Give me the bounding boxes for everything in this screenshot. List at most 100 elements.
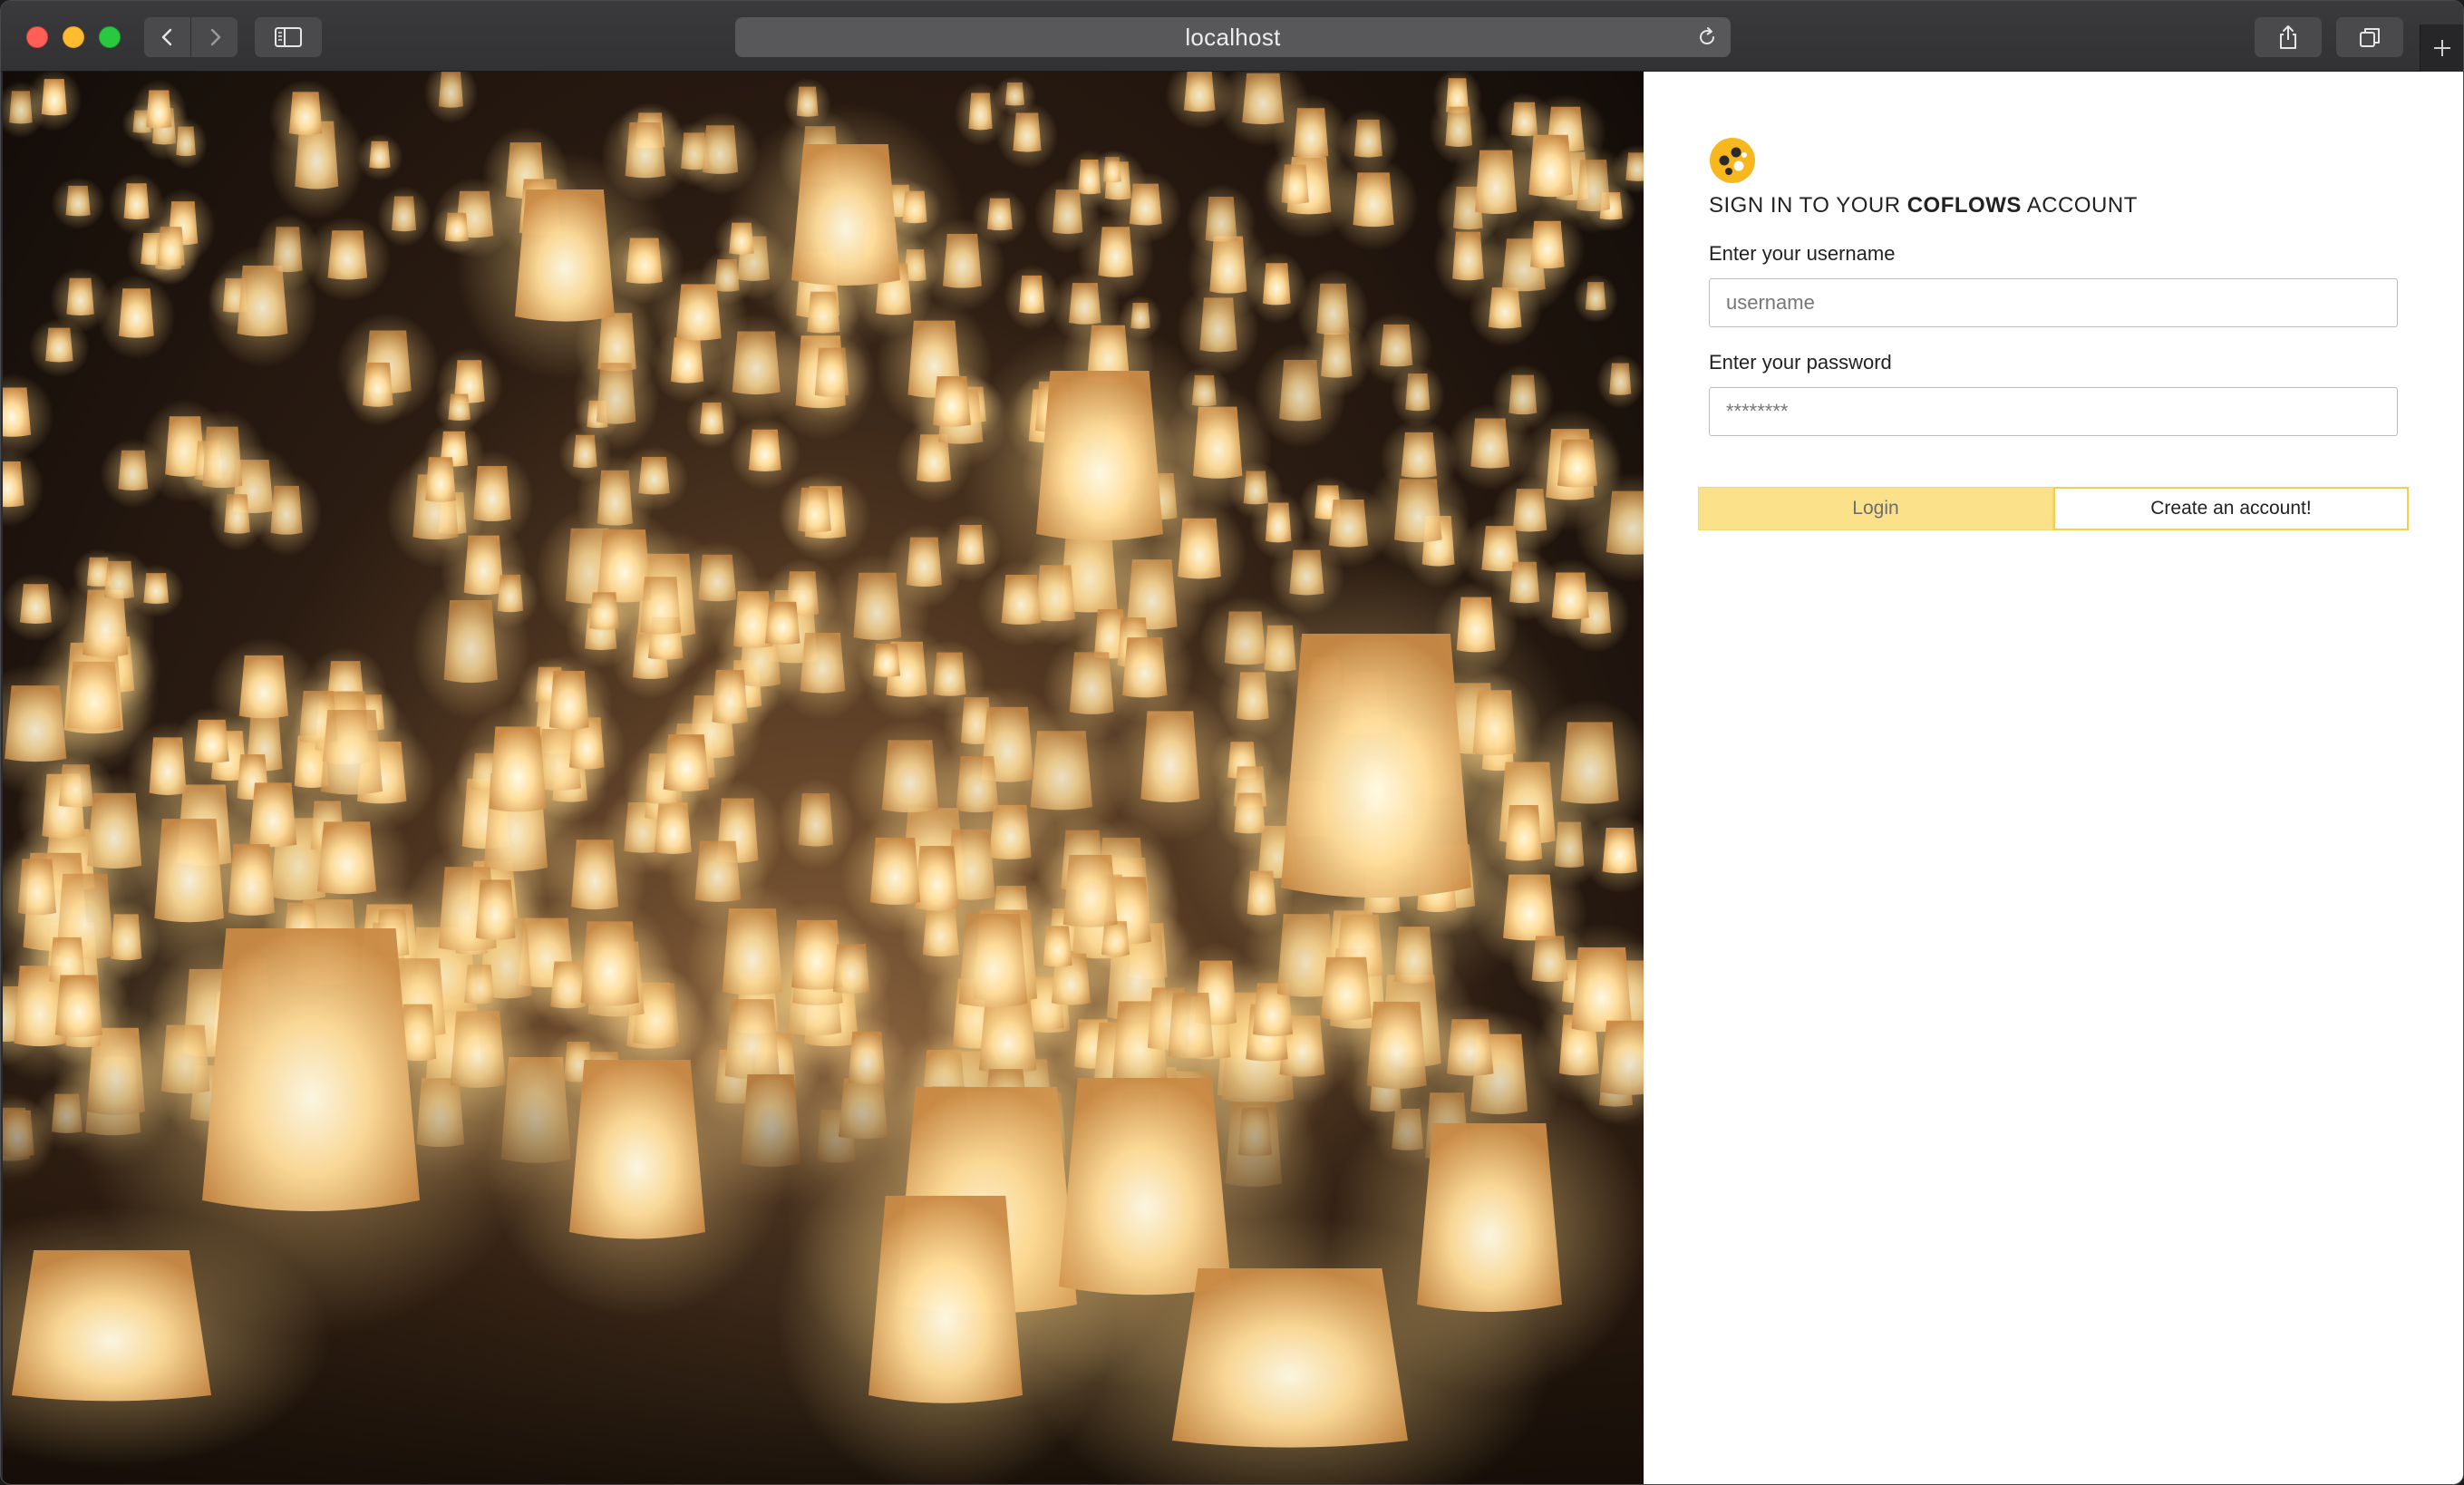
lantern	[1129, 183, 1162, 226]
lantern	[569, 1060, 705, 1239]
lantern	[5, 685, 67, 762]
lantern	[9, 91, 33, 124]
lantern	[798, 793, 834, 847]
lantern	[1380, 324, 1413, 367]
title-prefix: SIGN IN TO YOUR	[1709, 193, 1901, 218]
lantern	[1328, 500, 1369, 548]
lantern	[694, 840, 742, 902]
lantern	[1512, 489, 1547, 532]
lantern	[580, 921, 639, 1006]
lantern	[1183, 72, 1216, 112]
lantern	[1508, 374, 1538, 415]
lantern	[1036, 371, 1163, 541]
lantern	[238, 655, 289, 719]
lantern	[1576, 160, 1611, 212]
lantern	[1279, 360, 1322, 422]
page-content: SIGN IN TO YOUR COFLOWS ACCOUNT Enter yo…	[3, 72, 2463, 1484]
lantern	[1293, 108, 1329, 159]
lantern	[1551, 572, 1589, 620]
lantern	[1405, 373, 1431, 412]
address-url: localhost	[1185, 23, 1281, 51]
lantern	[764, 601, 800, 645]
navigation-buttons	[144, 17, 238, 57]
close-window-button[interactable]	[26, 26, 48, 48]
lantern	[320, 709, 383, 795]
lantern	[853, 572, 902, 640]
lantern	[123, 183, 150, 220]
username-label: Enter your username	[1709, 242, 1896, 265]
coflows-logo-icon	[1710, 138, 1755, 183]
lanterns-hero-image	[3, 72, 1644, 1484]
lantern	[869, 837, 921, 905]
lantern	[1121, 637, 1168, 698]
lantern	[1205, 197, 1237, 242]
lantern	[392, 196, 417, 232]
lantern	[712, 669, 748, 724]
lantern	[1243, 471, 1268, 505]
lantern	[881, 740, 939, 813]
lantern	[270, 485, 303, 535]
lantern	[698, 554, 737, 602]
lantern	[202, 426, 243, 489]
lantern	[65, 185, 91, 217]
lantern	[288, 92, 323, 135]
login-panel: SIGN IN TO YOUR COFLOWS ACCOUNT Enter yo…	[1644, 72, 2463, 1484]
back-button[interactable]	[144, 17, 190, 57]
lantern	[1393, 479, 1442, 543]
lantern	[1445, 106, 1473, 147]
create-account-button[interactable]: Create an account!	[2053, 487, 2409, 530]
forward-button[interactable]	[190, 17, 238, 57]
chevron-left-icon	[161, 28, 171, 46]
lantern	[1013, 112, 1042, 152]
lantern	[1417, 1123, 1562, 1312]
lantern	[873, 644, 901, 677]
login-button[interactable]: Login	[1698, 487, 2053, 530]
tabs-icon	[2360, 28, 2380, 47]
lantern	[640, 577, 682, 635]
lantern	[202, 928, 420, 1211]
lanterns-illustration	[3, 72, 1644, 1484]
zoom-window-button[interactable]	[99, 26, 121, 48]
lantern	[1530, 220, 1565, 269]
title-brand: COFLOWS	[1906, 193, 2022, 218]
lantern	[868, 1196, 1023, 1403]
lantern	[1452, 231, 1484, 281]
login-actions: Login Create an account!	[1698, 487, 2409, 530]
lantern	[986, 198, 1013, 231]
address-bar[interactable]: localhost	[735, 17, 1731, 57]
lantern	[438, 72, 463, 108]
lantern	[19, 584, 52, 625]
lantern	[663, 734, 710, 791]
lantern	[17, 859, 57, 916]
lantern	[473, 465, 511, 521]
lantern	[103, 560, 135, 599]
share-icon	[2280, 25, 2296, 49]
lantern	[1062, 854, 1118, 927]
lantern	[748, 429, 781, 472]
username-input[interactable]	[1709, 278, 2398, 327]
lantern	[548, 671, 589, 730]
lantern	[958, 914, 1028, 1008]
lantern	[45, 327, 73, 363]
lantern	[702, 125, 739, 174]
share-button[interactable]	[2255, 17, 2322, 57]
lantern	[118, 450, 149, 491]
lantern	[327, 230, 368, 280]
minimize-window-button[interactable]	[63, 26, 84, 48]
lantern	[1316, 283, 1350, 335]
lantern	[66, 277, 94, 316]
reload-icon[interactable]	[1696, 26, 1718, 48]
lantern	[814, 347, 849, 397]
show-tabs-button[interactable]	[2336, 17, 2403, 57]
lantern	[1557, 439, 1597, 488]
lantern	[1019, 275, 1045, 314]
sidebar-toggle-button[interactable]	[255, 17, 322, 57]
lantern	[1281, 634, 1471, 898]
lantern	[157, 227, 185, 267]
password-input[interactable]	[1709, 387, 2398, 436]
lantern	[1353, 119, 1382, 158]
lantern	[1511, 102, 1538, 137]
lantern	[1585, 282, 1606, 311]
sidebar-icon	[275, 27, 302, 47]
new-tab-button[interactable]	[2420, 24, 2463, 72]
